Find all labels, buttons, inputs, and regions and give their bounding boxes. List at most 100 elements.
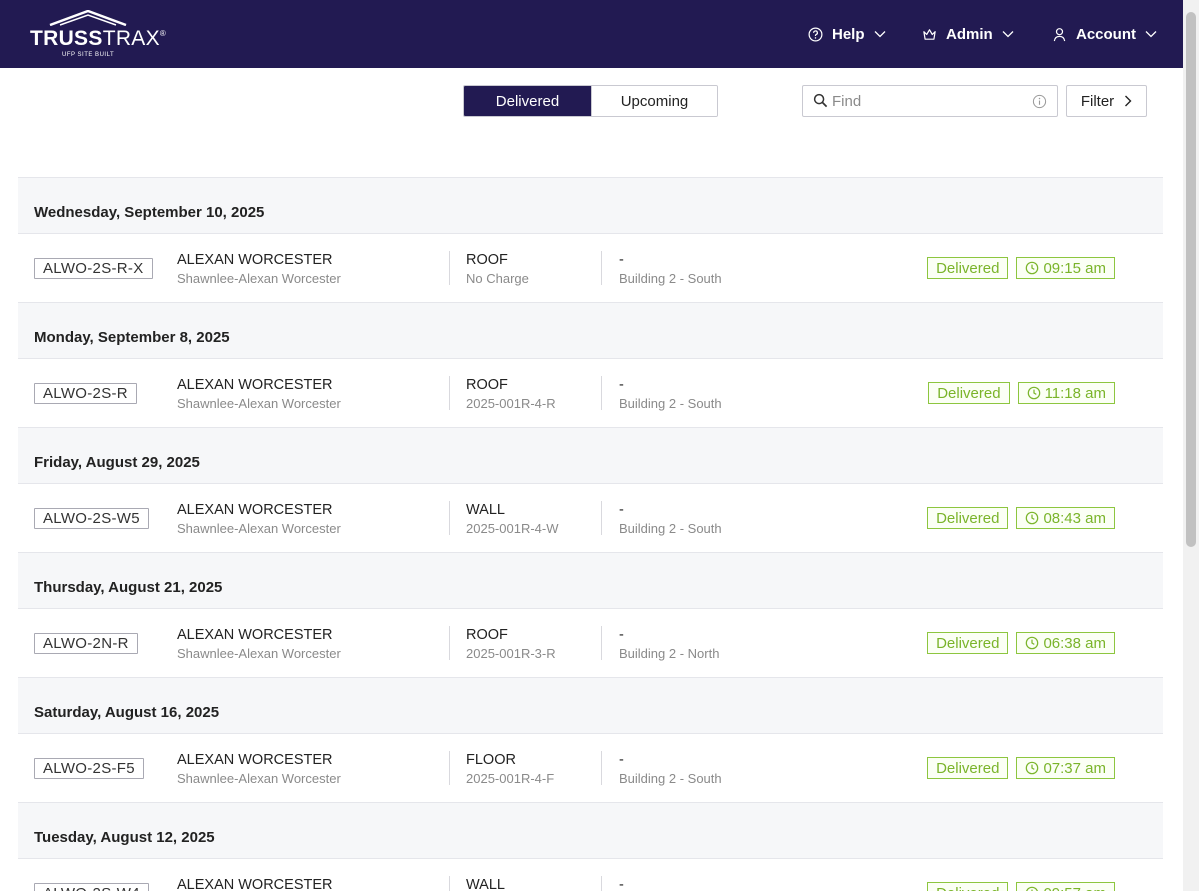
load-tag: ALWO-2S-R (34, 383, 137, 404)
column-divider (449, 251, 450, 285)
job-number: No Charge (466, 271, 529, 286)
customer-name: Shawnlee-Alexan Worcester (177, 771, 341, 786)
column-divider (601, 501, 602, 535)
column-divider (449, 876, 450, 891)
column-divider (601, 626, 602, 660)
status-badges: Delivered 09:57 am (927, 882, 1115, 891)
column-divider (601, 376, 602, 410)
column-divider (601, 876, 602, 891)
clock-icon (1025, 511, 1039, 525)
delivery-date-group: Saturday, August 16, 2025 ALWO-2S-F5 ALE… (18, 678, 1163, 803)
material-info: ROOF No Charge (466, 252, 529, 286)
status-badges: Delivered 09:15 am (927, 257, 1115, 279)
delivery-date-group: Monday, September 8, 2025 ALWO-2S-R ALEX… (18, 303, 1163, 428)
status-badge: Delivered (928, 382, 1010, 404)
material-type: FLOOR (466, 752, 516, 768)
location-info: - Building 2 - South (619, 377, 722, 411)
tab-delivered[interactable]: Delivered (464, 86, 591, 116)
delivery-row[interactable]: ALWO-2S-F5 ALEXAN WORCESTER Shawnlee-Ale… (18, 734, 1163, 803)
logo-subtitle: UFP SITE BUILT (62, 52, 115, 58)
project-name: ALEXAN WORCESTER (177, 252, 333, 268)
delivery-row[interactable]: ALWO-2S-R-X ALEXAN WORCESTER Shawnlee-Al… (18, 234, 1163, 303)
delivery-time-badge: 11:18 am (1017, 382, 1115, 404)
roof-logo-icon (49, 10, 127, 26)
delivery-row[interactable]: ALWO-2S-W4 ALEXAN WORCESTER WALL - Deliv… (18, 859, 1163, 891)
delivery-date-group: Thursday, August 21, 2025 ALWO-2N-R ALEX… (18, 553, 1163, 678)
delivery-date-heading: Wednesday, September 10, 2025 (18, 178, 1163, 234)
delivery-row[interactable]: ALWO-2S-R ALEXAN WORCESTER Shawnlee-Alex… (18, 359, 1163, 428)
location-info: - (619, 877, 624, 891)
delivery-time-badge: 08:43 am (1016, 507, 1115, 529)
delivery-date-heading: Tuesday, August 12, 2025 (18, 803, 1163, 859)
project-info: ALEXAN WORCESTER Shawnlee-Alexan Worcest… (177, 627, 341, 661)
column-divider (449, 626, 450, 660)
delivery-time-badge: 06:38 am (1016, 632, 1115, 654)
nav-help-label: Help (832, 25, 865, 43)
location-info: - Building 2 - South (619, 752, 722, 786)
chevron-down-icon (1145, 30, 1157, 38)
job-number: 2025-001R-4-W (466, 521, 559, 536)
column-divider (449, 376, 450, 410)
clock-icon (1025, 886, 1039, 891)
column-divider (449, 501, 450, 535)
project-name: ALEXAN WORCESTER (177, 877, 333, 891)
clock-icon (1027, 386, 1041, 400)
location-dash: - (619, 377, 624, 393)
status-badge: Delivered (927, 632, 1009, 654)
info-icon[interactable] (1032, 94, 1047, 114)
user-icon (1052, 26, 1068, 42)
nav-admin-menu[interactable]: Admin (922, 24, 1014, 44)
search-box (802, 85, 1058, 117)
delivery-date-heading: Thursday, August 21, 2025 (18, 553, 1163, 609)
delivery-view-toggle: Delivered Upcoming (463, 85, 718, 117)
status-badge: Delivered (927, 257, 1009, 279)
location-info: - Building 2 - North (619, 627, 719, 661)
project-name: ALEXAN WORCESTER (177, 752, 333, 768)
material-type: WALL (466, 877, 505, 891)
delivery-time-badge: 09:57 am (1016, 882, 1115, 891)
delivery-time: 11:18 am (1044, 384, 1106, 402)
column-divider (449, 751, 450, 785)
delivery-time: 06:38 am (1043, 634, 1106, 652)
status-badges: Delivered 08:43 am (927, 507, 1115, 529)
status-badges: Delivered 06:38 am (927, 632, 1115, 654)
location-dash: - (619, 502, 624, 518)
job-number: 2025-001R-3-R (466, 646, 556, 661)
nav-help-menu[interactable]: Help (808, 24, 886, 44)
status-badge: Delivered (927, 882, 1009, 891)
delivery-row[interactable]: ALWO-2S-W5 ALEXAN WORCESTER Shawnlee-Ale… (18, 484, 1163, 553)
crown-icon (922, 26, 938, 42)
trusstrax-logo[interactable]: TRUSSTRAX® UFP SITE BUILT (30, 10, 166, 60)
delivery-time-badge: 07:37 am (1016, 757, 1115, 779)
customer-name: Shawnlee-Alexan Worcester (177, 271, 341, 286)
delivery-date-heading: Saturday, August 16, 2025 (18, 678, 1163, 734)
building-location: Building 2 - South (619, 521, 722, 536)
material-type: ROOF (466, 627, 508, 643)
filter-button[interactable]: Filter (1066, 85, 1147, 117)
delivery-date-heading: Friday, August 29, 2025 (18, 428, 1163, 484)
material-type: WALL (466, 502, 505, 518)
material-type: ROOF (466, 252, 508, 268)
building-location: Building 2 - North (619, 646, 720, 661)
nav-account-menu[interactable]: Account (1052, 24, 1157, 44)
project-info: ALEXAN WORCESTER (177, 877, 333, 891)
scrollbar-thumb[interactable] (1186, 12, 1196, 547)
building-location: Building 2 - South (619, 271, 722, 286)
filter-label: Filter (1080, 92, 1115, 110)
job-number: 2025-001R-4-F (466, 771, 555, 786)
customer-name: Shawnlee-Alexan Worcester (177, 521, 341, 536)
project-info: ALEXAN WORCESTER Shawnlee-Alexan Worcest… (177, 502, 341, 536)
status-badge: Delivered (927, 757, 1009, 779)
material-info: WALL 2025-001R-4-W (466, 502, 559, 536)
clock-icon (1025, 636, 1039, 650)
search-input[interactable] (832, 90, 1022, 112)
tab-upcoming[interactable]: Upcoming (590, 86, 717, 116)
column-divider (601, 251, 602, 285)
project-info: ALEXAN WORCESTER Shawnlee-Alexan Worcest… (177, 752, 341, 786)
location-dash: - (619, 252, 624, 268)
delivery-date-group: Wednesday, September 10, 2025 ALWO-2S-R-… (18, 178, 1163, 303)
delivery-row[interactable]: ALWO-2N-R ALEXAN WORCESTER Shawnlee-Alex… (18, 609, 1163, 678)
load-tag: ALWO-2S-R-X (34, 258, 153, 279)
chevron-down-icon (874, 30, 886, 38)
delivery-list: Wednesday, September 10, 2025 ALWO-2S-R-… (18, 177, 1163, 891)
